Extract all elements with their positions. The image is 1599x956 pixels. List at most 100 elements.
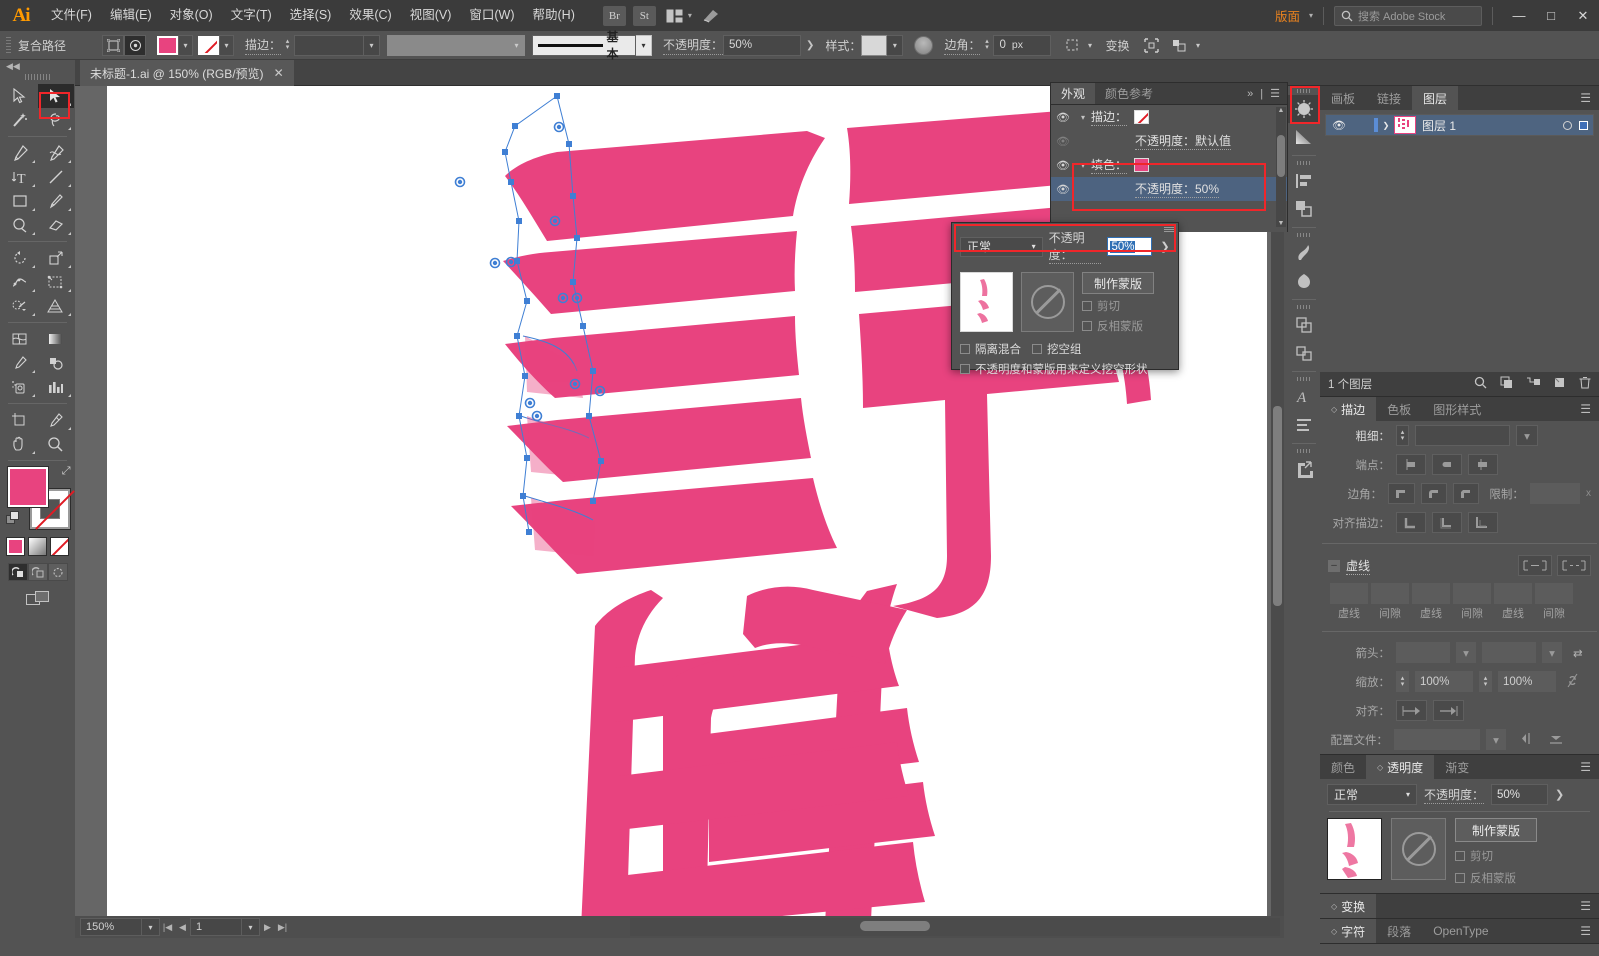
perspective-grid-tool[interactable] bbox=[38, 294, 74, 318]
workspace-chevron-icon[interactable]: ▾ bbox=[1309, 11, 1313, 20]
maximize-button[interactable]: □ bbox=[1535, 0, 1567, 31]
stock-search-input[interactable]: 搜索 Adobe Stock bbox=[1334, 5, 1482, 26]
layer-visibility-eye-icon[interactable]: 👁 bbox=[1326, 119, 1352, 132]
visibility-eye-icon[interactable]: 👁 bbox=[1051, 135, 1075, 148]
panel-artwork-thumbnail[interactable] bbox=[1327, 818, 1382, 880]
layer-target-icon[interactable] bbox=[1563, 120, 1572, 130]
toolbar-grip[interactable] bbox=[24, 74, 51, 80]
knockout-group-checkbox[interactable] bbox=[1032, 344, 1042, 354]
corner-input[interactable]: 0 px bbox=[993, 34, 1052, 56]
transparency-mask-thumbnail[interactable] bbox=[1021, 272, 1074, 332]
invert-mask-checkbox[interactable] bbox=[1082, 321, 1092, 331]
popup-opacity-flyout-icon[interactable]: ❯ bbox=[1158, 240, 1172, 253]
tab-links[interactable]: 链接 bbox=[1366, 86, 1412, 110]
tab-color[interactable]: 颜色 bbox=[1320, 755, 1366, 779]
appearance-stroke-opacity-label[interactable]: 不透明度：默认值 bbox=[1135, 132, 1232, 150]
canvas-hscroll-thumb[interactable] bbox=[860, 921, 930, 931]
menu-help[interactable]: 帮助(H) bbox=[524, 0, 584, 31]
color-mode-button[interactable] bbox=[6, 537, 25, 556]
menu-object[interactable]: 对象(O) bbox=[161, 0, 222, 31]
asset-export-panel-icon[interactable] bbox=[1288, 455, 1320, 483]
tab-paragraph[interactable]: 段落 bbox=[1376, 919, 1422, 943]
stroke-weight-input[interactable] bbox=[1415, 425, 1510, 446]
gap-input-1[interactable] bbox=[1371, 583, 1409, 604]
bevel-join-button[interactable] bbox=[1453, 483, 1480, 504]
document-tab[interactable]: 未标题-1.ai @ 150% (RGB/预览) ✕ bbox=[80, 60, 294, 86]
panel-blend-mode-select[interactable]: 正常 ▾ bbox=[1327, 784, 1417, 805]
opacity-flyout-icon[interactable]: ❯ bbox=[801, 40, 819, 51]
stroke-weight-chevron-icon[interactable]: ▾ bbox=[1516, 425, 1538, 446]
variable-width-chevron-icon[interactable]: ▾ bbox=[509, 34, 526, 56]
appearance-row-stroke[interactable]: 👁 ▾ 描边： bbox=[1051, 105, 1287, 129]
zoom-level-input[interactable]: 150% bbox=[80, 918, 142, 936]
gap-input-3[interactable] bbox=[1535, 583, 1573, 604]
delete-layer-icon[interactable] bbox=[1579, 376, 1591, 392]
tab-character[interactable]: ◇ 字符 bbox=[1320, 919, 1377, 943]
dash-input-1[interactable] bbox=[1330, 583, 1368, 604]
profile-select[interactable] bbox=[1394, 729, 1480, 750]
tab-transparency[interactable]: ◇ 透明度 bbox=[1366, 755, 1435, 779]
arrow-start-select[interactable] bbox=[1396, 642, 1450, 663]
icon-group-grip[interactable] bbox=[1297, 89, 1311, 93]
icon-group-grip[interactable] bbox=[1297, 377, 1311, 381]
fill-swatch[interactable] bbox=[157, 35, 178, 55]
pathfinder-chevron-icon[interactable]: ▾ bbox=[1190, 35, 1205, 56]
icon-group-grip[interactable] bbox=[1297, 161, 1311, 165]
visibility-eye-icon[interactable]: 👁 bbox=[1051, 111, 1075, 124]
select-same-button[interactable] bbox=[102, 34, 124, 56]
arrow-scale-1-stepper[interactable]: ▴ ▾ bbox=[1396, 671, 1409, 692]
menu-select[interactable]: 选择(S) bbox=[281, 0, 341, 31]
align-panel-icon[interactable] bbox=[1288, 167, 1320, 195]
shaper-tool[interactable] bbox=[2, 213, 38, 237]
paragraph-panel-icon[interactable] bbox=[1288, 411, 1320, 439]
arrow-end-select[interactable] bbox=[1482, 642, 1536, 663]
fill-color-swatch[interactable] bbox=[7, 467, 48, 507]
transparency-artwork-thumbnail[interactable] bbox=[960, 272, 1013, 332]
layers-list[interactable]: 👁 ❯ 图层 1 bbox=[1320, 110, 1599, 372]
opacity-label[interactable]: 不透明度： bbox=[663, 36, 724, 55]
arrow-align-place-button[interactable] bbox=[1433, 700, 1464, 721]
panel-invert-mask-row[interactable]: 反相蒙版 bbox=[1455, 870, 1537, 886]
pathfinder-icon[interactable] bbox=[1168, 35, 1190, 56]
panel-clip-checkbox[interactable] bbox=[1455, 851, 1465, 861]
appearance-scrollbar[interactable]: ▲ ▼ bbox=[1276, 107, 1286, 227]
gradient-mode-button[interactable] bbox=[28, 537, 47, 556]
dash-adjust-button[interactable] bbox=[1557, 555, 1591, 576]
arrow-scale-2-input[interactable]: 100% bbox=[1498, 671, 1556, 692]
dash-preserve-exact-button[interactable] bbox=[1518, 555, 1552, 576]
transform-panel-menu-icon[interactable]: ☰ bbox=[1580, 894, 1599, 918]
butt-cap-button[interactable] bbox=[1396, 454, 1426, 475]
scroll-up-icon[interactable]: ▲ bbox=[1276, 107, 1286, 114]
bridge-button[interactable]: Br bbox=[602, 5, 626, 26]
line-segment-tool[interactable] bbox=[38, 165, 74, 189]
icon-group-grip[interactable] bbox=[1297, 305, 1311, 309]
invert-mask-checkbox-row[interactable]: 反相蒙版 bbox=[1082, 318, 1154, 334]
round-join-button[interactable] bbox=[1420, 483, 1447, 504]
stroke-panel-menu-icon[interactable]: ☰ bbox=[1580, 397, 1599, 421]
transparency-panel-menu-icon[interactable]: ☰ bbox=[1580, 755, 1599, 779]
screen-mode-button[interactable] bbox=[0, 590, 75, 607]
panel-clip-row[interactable]: 剪切 bbox=[1455, 848, 1537, 864]
last-artboard-button[interactable]: ▶| bbox=[275, 918, 290, 936]
appearance-fill-opacity-label[interactable]: 不透明度：50% bbox=[1135, 180, 1220, 198]
symbol-sprayer-tool[interactable] bbox=[2, 375, 38, 399]
artboard-number-chevron-icon[interactable]: ▾ bbox=[242, 918, 260, 936]
flip-profile-across-icon[interactable] bbox=[1520, 732, 1536, 748]
direct-selection-tool[interactable] bbox=[37, 84, 74, 108]
menu-edit[interactable]: 编辑(E) bbox=[101, 0, 161, 31]
close-button[interactable]: ✕ bbox=[1567, 0, 1599, 31]
first-artboard-button[interactable]: |◀ bbox=[160, 918, 175, 936]
scroll-down-icon[interactable]: ▼ bbox=[1276, 220, 1286, 227]
tab-swatches[interactable]: 色板 bbox=[1376, 397, 1422, 421]
menu-effect[interactable]: 效果(C) bbox=[340, 0, 400, 31]
clip-checkbox[interactable] bbox=[1082, 301, 1092, 311]
rotate-tool[interactable] bbox=[2, 246, 38, 270]
panel-make-mask-button[interactable]: 制作蒙版 bbox=[1455, 818, 1537, 842]
layer-name[interactable]: 图层 1 bbox=[1422, 117, 1456, 134]
control-bar-grip[interactable] bbox=[6, 36, 11, 54]
dash-input-2[interactable] bbox=[1412, 583, 1450, 604]
prev-artboard-button[interactable]: ◀ bbox=[175, 918, 190, 936]
canvas-vscroll-thumb[interactable] bbox=[1273, 406, 1282, 606]
collapse-dashed-icon[interactable]: – bbox=[1328, 559, 1340, 572]
recolor-artwork-icon[interactable] bbox=[914, 35, 934, 55]
